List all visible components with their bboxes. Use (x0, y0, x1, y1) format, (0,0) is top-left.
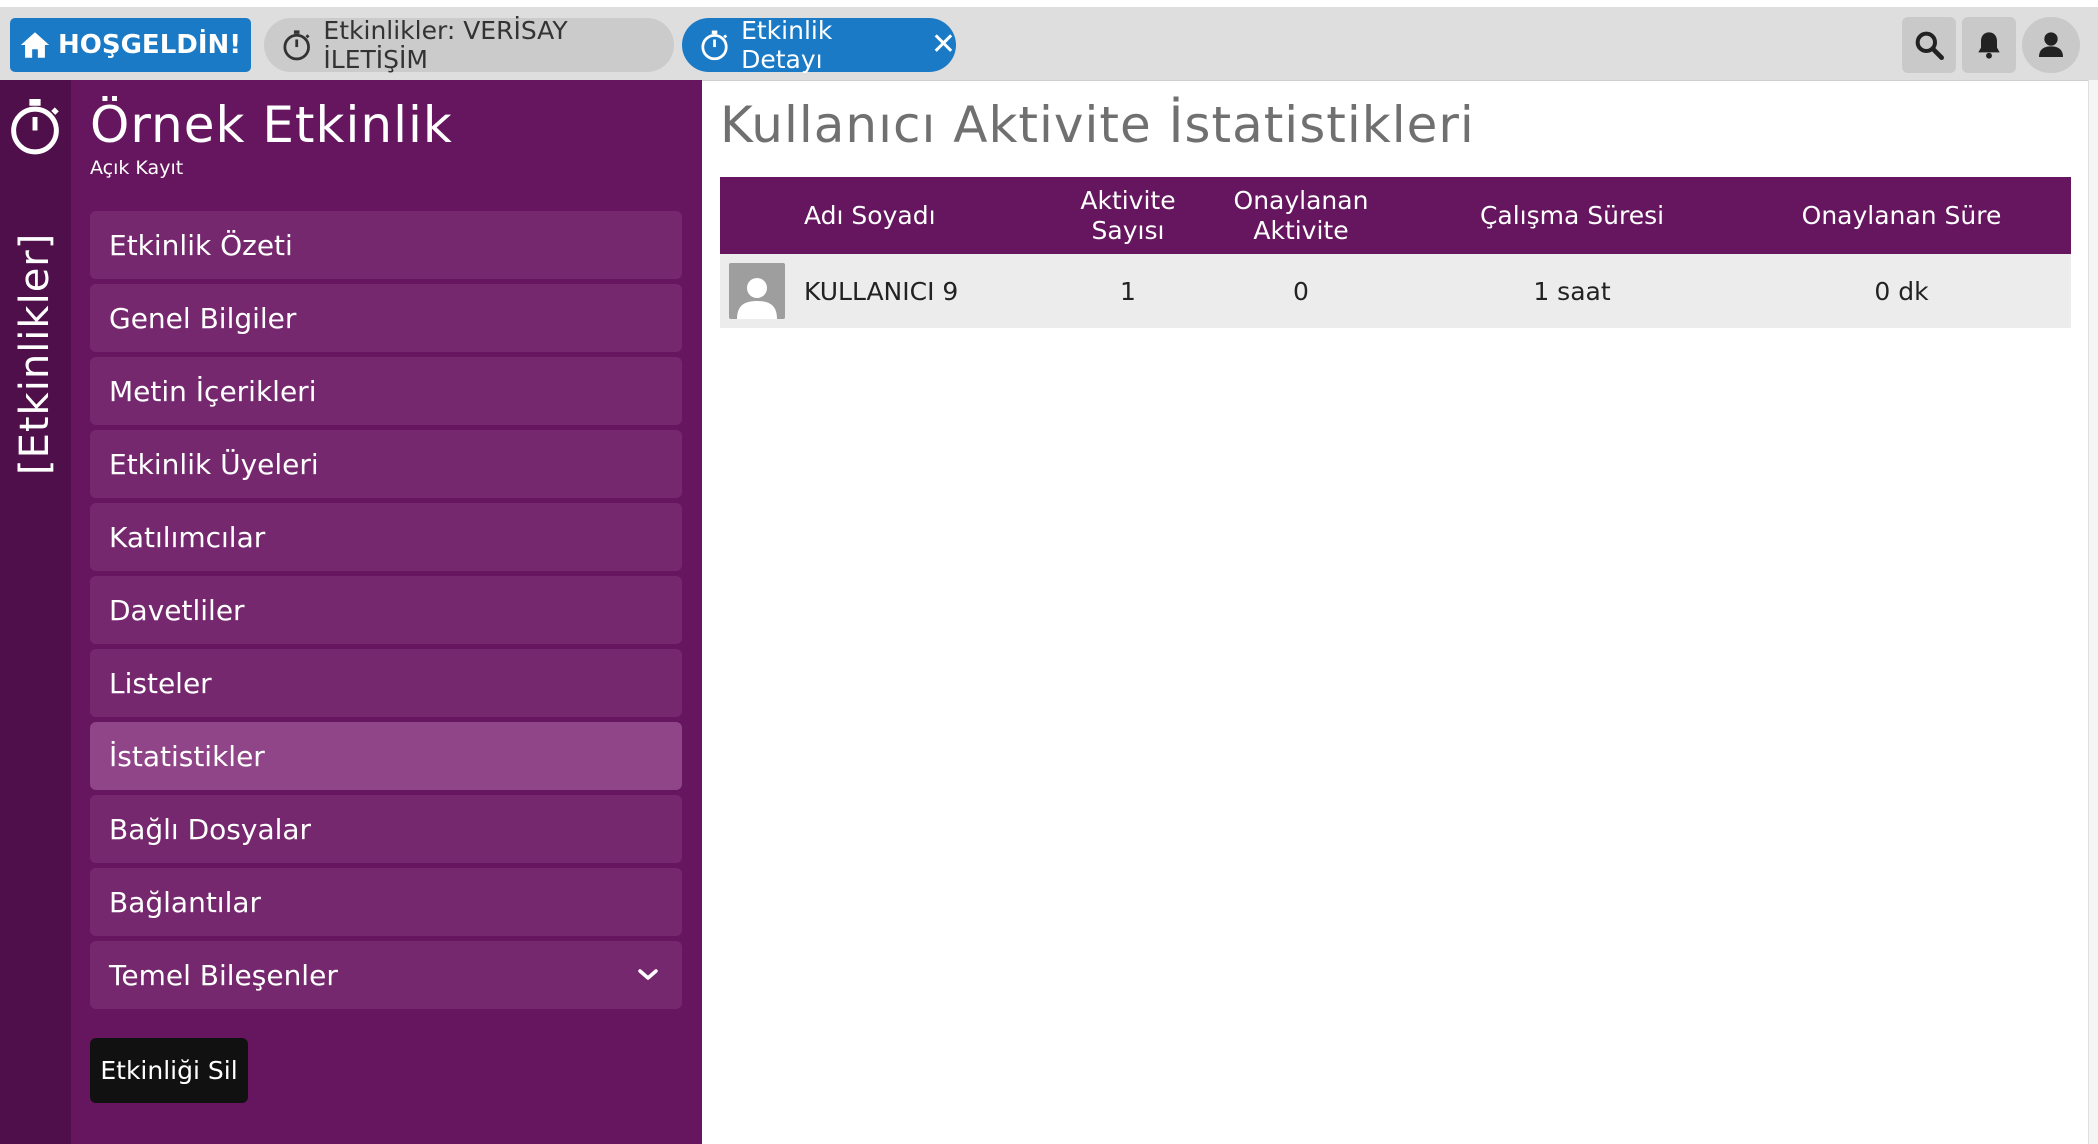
column-header-approved-activity[interactable]: Onaylanan Aktivite (1190, 177, 1412, 254)
tab-etkinlik-detayi[interactable]: Etkinlik Detayı ✕ (682, 16, 956, 74)
column-header-name[interactable]: Adı Soyadı (804, 177, 1066, 254)
rail-label: [Etkinlikler] (12, 232, 58, 475)
sidebar-item-etkinlik-ozeti[interactable]: Etkinlik Özeti (90, 211, 682, 279)
notifications-button[interactable] (1962, 17, 2016, 73)
table-header-row: Adı Soyadı Aktivite Sayısı Onaylanan Akt… (720, 177, 2071, 254)
event-title: Örnek Etkinlik (90, 96, 453, 154)
search-icon (1915, 31, 1944, 60)
page-title: Kullanıcı Aktivite İstatistikleri (720, 96, 1475, 154)
column-header-activity-count[interactable]: Aktivite Sayısı (1066, 177, 1190, 254)
sidebar-item-label: Davetliler (109, 593, 245, 627)
search-button[interactable] (1902, 17, 1956, 73)
stopwatch-icon (701, 30, 728, 61)
sidebar-item-label: Katılımcılar (109, 520, 266, 554)
sidebar-item-label: Temel Bileşenler (109, 958, 338, 992)
sidebar-item-label: Metin İçerikleri (109, 374, 317, 408)
sidebar-item-istatistikler[interactable]: İstatistikler (90, 722, 682, 790)
sidebar-item-label: Bağlı Dosyalar (109, 812, 312, 846)
stopwatch-icon (283, 30, 310, 61)
cell-work-time: 1 saat (1412, 254, 1732, 328)
sidebar-item-listeler[interactable]: Listeler (90, 649, 682, 717)
column-header-approved-time[interactable]: Onaylanan Süre (1732, 177, 2071, 254)
sidebar-item-label: İstatistikler (109, 739, 265, 773)
tab-label: Etkinlikler: VERİSAY İLETİŞİM (323, 16, 568, 74)
table-row[interactable]: KULLANICI 9 1 0 1 saat 0 dk (720, 254, 2071, 328)
sidebar-item-label: Bağlantılar (109, 885, 262, 919)
cell-approved-activity: 0 (1190, 254, 1412, 328)
user-icon (2039, 32, 2063, 57)
cell-activity-count: 1 (1066, 254, 1190, 328)
sidebar-item-genel-bilgiler[interactable]: Genel Bilgiler (90, 284, 682, 352)
window-edge (2088, 80, 2098, 1144)
sidebar-item-temel-bilesenler[interactable]: Temel Bileşenler (90, 941, 682, 1009)
sidebar-item-bagli-dosyalar[interactable]: Bağlı Dosyalar (90, 795, 682, 863)
user-menu-button[interactable] (2022, 17, 2080, 73)
cell-approved-time: 0 dk (1732, 254, 2071, 328)
home-icon (20, 32, 50, 58)
sidebar-item-etkinlik-uyeleri[interactable]: Etkinlik Üyeleri (90, 430, 682, 498)
column-header-work-time[interactable]: Çalışma Süresi (1412, 177, 1732, 254)
avatar (729, 263, 785, 319)
cell-name: KULLANICI 9 (804, 254, 1066, 328)
tab-etkinlikler[interactable]: Etkinlikler: VERİSAY İLETİŞİM (264, 16, 674, 74)
bell-icon (1978, 32, 2000, 59)
avatar-column-header (720, 177, 804, 254)
top-bar: HOŞGELDİN! Etkinlikler: VERİSAY İLETİŞİM… (0, 7, 2098, 81)
close-icon[interactable]: ✕ (931, 30, 956, 60)
sidebar-item-metin-icerikleri[interactable]: Metin İçerikleri (90, 357, 682, 425)
avatar-cell (720, 254, 804, 328)
header-line: Sayısı (1091, 215, 1165, 245)
module-rail[interactable]: [Etkinlikler] (0, 80, 71, 1144)
activity-stats-table: Adı Soyadı Aktivite Sayısı Onaylanan Akt… (720, 177, 2071, 328)
sidebar-item-label: Etkinlik Üyeleri (109, 447, 319, 481)
sidebar-item-label: Genel Bilgiler (109, 301, 297, 335)
top-strip (0, 0, 2098, 7)
tab-label: Etkinlik Detayı (741, 16, 833, 74)
header-line: Aktivite (1080, 185, 1176, 215)
delete-event-button[interactable]: Etkinliği Sil (90, 1038, 248, 1103)
sidebar-item-katilimcilar[interactable]: Katılımcılar (90, 503, 682, 571)
sidebar-menu: Etkinlik Özeti Genel Bilgiler Metin İçer… (90, 211, 682, 1014)
user-placeholder-icon (737, 278, 777, 319)
home-button[interactable]: HOŞGELDİN! (10, 18, 251, 72)
home-label: HOŞGELDİN! (58, 30, 242, 60)
sidebar-item-davetliler[interactable]: Davetliler (90, 576, 682, 644)
sidebar-item-label: Listeler (109, 666, 212, 700)
sidebar-item-label: Etkinlik Özeti (109, 228, 293, 262)
sidebar: Örnek Etkinlik Açık Kayıt Etkinlik Özeti… (71, 80, 702, 1144)
sidebar-item-baglantilar[interactable]: Bağlantılar (90, 868, 682, 936)
chevron-down-icon[interactable] (636, 963, 660, 987)
event-status: Açık Kayıt (90, 157, 184, 179)
